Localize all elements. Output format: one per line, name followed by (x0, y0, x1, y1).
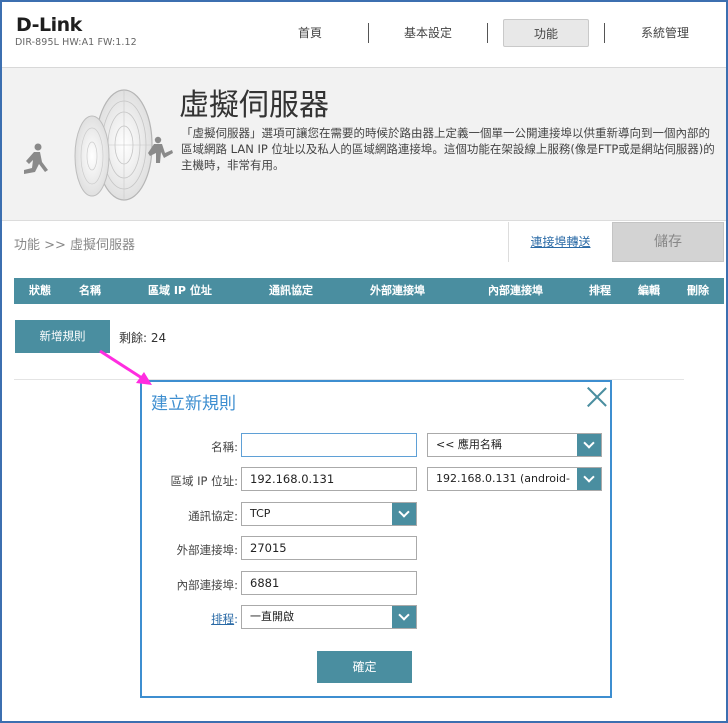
nav-home[interactable]: 首頁 (252, 19, 368, 47)
internal-port-label: 內部連接埠: (176, 578, 238, 592)
chevron-down-icon (392, 606, 416, 628)
remaining-count: 剩餘: 24 (119, 331, 167, 345)
schedule-label: 排程: (142, 611, 238, 627)
col-status: 狀態 (29, 284, 51, 297)
breadcrumb: 功能 >> 虛擬伺服器 (14, 238, 136, 253)
chevron-down-icon (577, 434, 601, 456)
top-header: D-Link DIR-895L HW:A1 FW:1.12 首頁 基本設定 功能… (2, 2, 726, 68)
add-rule-button[interactable]: 新增規則 (15, 320, 110, 353)
ok-button[interactable]: 確定 (317, 651, 412, 683)
col-protocol: 通訊協定 (269, 284, 313, 297)
name-label: 名稱: (211, 440, 238, 454)
application-name-select[interactable]: << 應用名稱 (427, 433, 602, 457)
local-ip-input[interactable] (241, 467, 417, 491)
external-port-input[interactable] (241, 536, 417, 560)
computer-name-value: 192.168.0.131 (android- (436, 472, 570, 485)
dlink-logo[interactable]: D-Link (16, 14, 82, 36)
runner-icon (24, 143, 48, 174)
nav-basic-settings[interactable]: 基本設定 (369, 19, 487, 47)
col-local-ip: 區域 IP 位址 (148, 284, 212, 297)
page-title: 虛擬伺服器 (179, 88, 329, 123)
dialog-title: 建立新規則 (151, 394, 236, 414)
protocol-value: TCP (250, 507, 271, 520)
computer-name-select[interactable]: 192.168.0.131 (android- (427, 467, 602, 491)
protocol-label: 通訊協定: (188, 509, 238, 523)
name-input[interactable] (241, 433, 417, 457)
col-internal-port: 內部連接埠 (488, 284, 543, 297)
external-port-label: 外部連接埠: (176, 543, 238, 557)
col-external-port: 外部連接埠 (370, 284, 425, 297)
model-info: DIR-895L HW:A1 FW:1.12 (15, 37, 137, 48)
col-schedule: 排程 (589, 284, 611, 297)
chevron-down-icon (392, 503, 416, 525)
local-ip-label: 區域 IP 位址: (170, 474, 238, 488)
schedule-value: 一直開啟 (250, 610, 294, 623)
banner-illustration (24, 89, 173, 201)
nav-system-management[interactable]: 系統管理 (605, 19, 725, 47)
fan-shape-small (74, 115, 110, 197)
schedule-colon: : (234, 612, 238, 626)
main-nav: 首頁 基本設定 功能 系統管理 (252, 19, 722, 47)
save-button[interactable]: 儲存 (612, 222, 724, 262)
schedule-select[interactable]: 一直開啟 (241, 605, 417, 629)
browser-frame: D-Link DIR-895L HW:A1 FW:1.12 首頁 基本設定 功能… (0, 0, 728, 723)
breadcrumb-bar: 功能 >> 虛擬伺服器 連接埠轉送 儲存 (2, 222, 726, 262)
protocol-select[interactable]: TCP (241, 502, 417, 526)
port-forwarding-link[interactable]: 連接埠轉送 (508, 222, 612, 262)
page-banner: 虛擬伺服器 「虛擬伺服器」選項可讓您在需要的時候於路由器上定義一個單一公開連接埠… (2, 68, 726, 221)
nav-separator (487, 23, 488, 43)
close-icon[interactable] (586, 386, 608, 408)
rules-table-header: 狀態 名稱 區域 IP 位址 通訊協定 外部連接埠 內部連接埠 排程 編輯 刪除 (14, 278, 724, 304)
create-rule-dialog: 建立新規則 名稱: << 應用名稱 區域 IP 位址: 192.168.0.13… (140, 380, 612, 698)
nav-features[interactable]: 功能 (503, 19, 589, 47)
page-description: 「虛擬伺服器」選項可讓您在需要的時候於路由器上定義一個單一公開連接埠以供重新導向… (181, 126, 715, 172)
application-name-value: << 應用名稱 (436, 438, 502, 451)
col-delete: 刪除 (687, 284, 709, 297)
schedule-link[interactable]: 排程 (211, 612, 234, 626)
col-edit: 編輯 (638, 284, 660, 297)
col-name: 名稱 (79, 284, 101, 297)
internal-port-input[interactable] (241, 571, 417, 595)
chevron-down-icon (577, 468, 601, 490)
